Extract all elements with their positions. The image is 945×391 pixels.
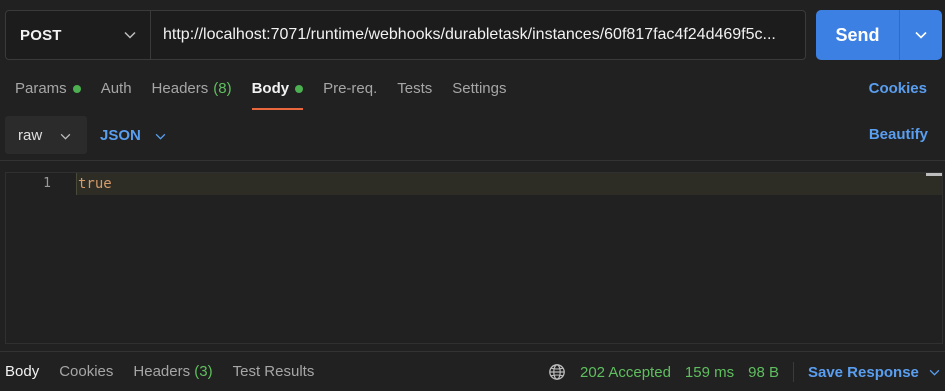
tab-label: Pre-req. [323,80,378,97]
tab-label: Settings [452,80,507,97]
tab-count: (8) [213,80,232,97]
code-editor[interactable]: 1 true [5,172,943,344]
response-size[interactable]: 98 B [748,364,779,381]
response-tab-headers[interactable]: Headers (3) [133,363,212,380]
save-response-button[interactable]: Save Response [808,364,940,381]
divider [0,160,945,161]
tab-label: Auth [100,80,132,97]
method-label: POST [20,26,62,44]
divider [0,351,945,352]
chevron-down-icon [60,127,71,144]
response-tab-label: Body [5,363,40,380]
status-dot-icon [72,85,81,93]
request-tabs: Params Auth Headers (8) Body Pre-req. Tests Set… [15,80,527,110]
tab-prereq[interactable]: Pre-req. [323,80,377,110]
response-tab-label: Headers [133,363,191,380]
send-button-group: Send [816,10,942,60]
tab-label: Body [251,80,290,97]
code-text: true [78,176,112,192]
tab-body[interactable]: Body [251,80,304,110]
chevron-down-icon [155,127,166,144]
response-tab-testresults[interactable]: Test Results [233,363,315,380]
response-tab-label: Test Results [232,363,315,380]
line-number: 1 [43,176,51,191]
beautify-button[interactable]: Beautify [869,126,928,143]
chevron-down-icon [124,26,136,44]
tab-label: Params [15,80,67,97]
cookies-link[interactable]: Cookies [869,80,927,97]
body-type-label: raw [18,126,43,144]
response-time[interactable]: 159 ms [685,364,734,381]
format-label: JSON [100,126,141,144]
url-input[interactable]: http://localhost:7071/runtime/webhooks/d… [151,11,805,59]
method-select[interactable]: POST [6,11,151,59]
active-line-highlight: true [76,173,942,195]
send-options-button[interactable] [900,10,942,60]
globe-icon[interactable] [548,363,566,381]
response-tabs: Body Cookies Headers (3) Test Results [5,363,334,380]
tab-auth[interactable]: Auth [101,80,132,110]
request-bar: POST http://localhost:7071/runtime/webho… [5,10,806,60]
divider [792,362,794,382]
chevron-down-icon [929,369,940,376]
tab-label: Headers [151,80,209,97]
save-response-label: Save Response [807,363,919,381]
response-status-area: 202 Accepted 159 ms 98 B Save Response [548,362,940,382]
tab-settings[interactable]: Settings [452,80,506,110]
tab-tests[interactable]: Tests [397,80,432,110]
status-code[interactable]: 202 Accepted [580,364,671,381]
tab-params[interactable]: Params [15,80,81,110]
response-tab-label: Cookies [59,363,114,380]
url-text: http://localhost:7071/runtime/webhooks/d… [163,26,776,43]
status-dot-icon [295,85,304,93]
response-tab-body[interactable]: Body [5,363,39,380]
body-type-select[interactable]: raw [5,116,87,154]
editor-line: 1 true [6,173,942,195]
editor-scrollbar[interactable] [926,173,942,176]
response-tab-cookies[interactable]: Cookies [59,363,113,380]
tab-label: Tests [397,80,433,97]
response-tab-count: (3) [194,363,213,380]
tab-headers[interactable]: Headers (8) [152,80,232,110]
send-button[interactable]: Send [816,10,900,60]
chevron-down-icon [915,26,927,44]
format-select[interactable]: JSON [100,116,166,154]
